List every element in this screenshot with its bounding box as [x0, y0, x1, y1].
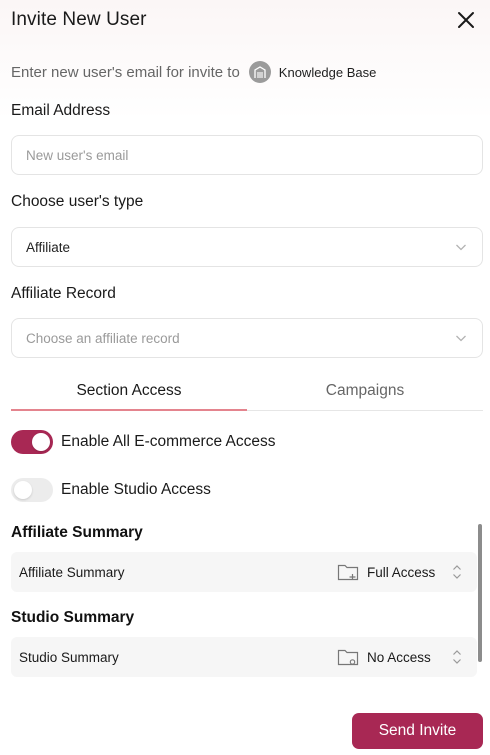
- studio-access-toggle-row: Enable Studio Access: [11, 478, 211, 502]
- subtitle-text: Enter new user's email for invite to: [11, 63, 240, 81]
- email-field-wrapper: [11, 135, 483, 175]
- ecommerce-access-toggle[interactable]: [11, 430, 53, 454]
- studio-access-level[interactable]: No Access: [367, 650, 449, 665]
- close-icon[interactable]: [455, 9, 477, 31]
- chevron-updown-icon[interactable]: [451, 563, 463, 581]
- folder-plus-icon: [337, 564, 359, 581]
- building-icon: [254, 66, 266, 78]
- studio-access-toggle[interactable]: [11, 478, 53, 502]
- modal-title: Invite New User: [11, 9, 147, 30]
- affiliate-summary-row: Affiliate Summary Full Access: [11, 552, 477, 592]
- workspace-icon: [248, 61, 271, 83]
- affiliate-summary-title: Affiliate Summary: [11, 524, 143, 541]
- studio-summary-name: Studio Summary: [19, 649, 119, 665]
- workspace-name: Knowledge Base: [278, 64, 377, 80]
- ecommerce-access-label: Enable All E-commerce Access: [61, 433, 276, 450]
- user-type-label: Choose user's type: [11, 193, 144, 210]
- studio-summary-row: Studio Summary No Access: [11, 637, 477, 677]
- tab-campaigns[interactable]: Campaigns: [247, 376, 483, 410]
- invite-subtitle: Enter new user's email for invite to Kno…: [11, 61, 376, 83]
- affiliate-access-level[interactable]: Full Access: [367, 565, 449, 580]
- studio-summary-title: Studio Summary: [11, 609, 135, 626]
- scrollbar-thumb[interactable]: [478, 524, 482, 662]
- folder-settings-icon: [337, 649, 359, 666]
- user-type-select[interactable]: Affiliate: [11, 227, 483, 267]
- modal-header: Invite New User: [11, 6, 479, 34]
- user-type-value: Affiliate: [26, 239, 71, 255]
- email-label: Email Address: [11, 102, 111, 119]
- ecommerce-access-toggle-row: Enable All E-commerce Access: [11, 430, 276, 454]
- chevron-down-icon: [456, 335, 466, 342]
- affiliate-record-placeholder: Choose an affiliate record: [26, 330, 180, 346]
- toggle-knob: [14, 481, 32, 499]
- affiliate-summary-name: Affiliate Summary: [19, 564, 125, 580]
- chevron-updown-icon[interactable]: [451, 648, 463, 666]
- affiliate-record-select[interactable]: Choose an affiliate record: [11, 318, 483, 358]
- invite-user-modal: Invite New User Enter new user's email f…: [0, 0, 490, 755]
- access-tabs: Section Access Campaigns: [11, 376, 483, 411]
- affiliate-record-label: Affiliate Record: [11, 285, 116, 302]
- tab-section-access[interactable]: Section Access: [11, 376, 247, 411]
- studio-access-label: Enable Studio Access: [61, 481, 211, 498]
- send-invite-button[interactable]: Send Invite: [352, 713, 483, 749]
- email-field[interactable]: [26, 147, 468, 163]
- toggle-knob: [32, 433, 50, 451]
- chevron-down-icon: [456, 244, 466, 251]
